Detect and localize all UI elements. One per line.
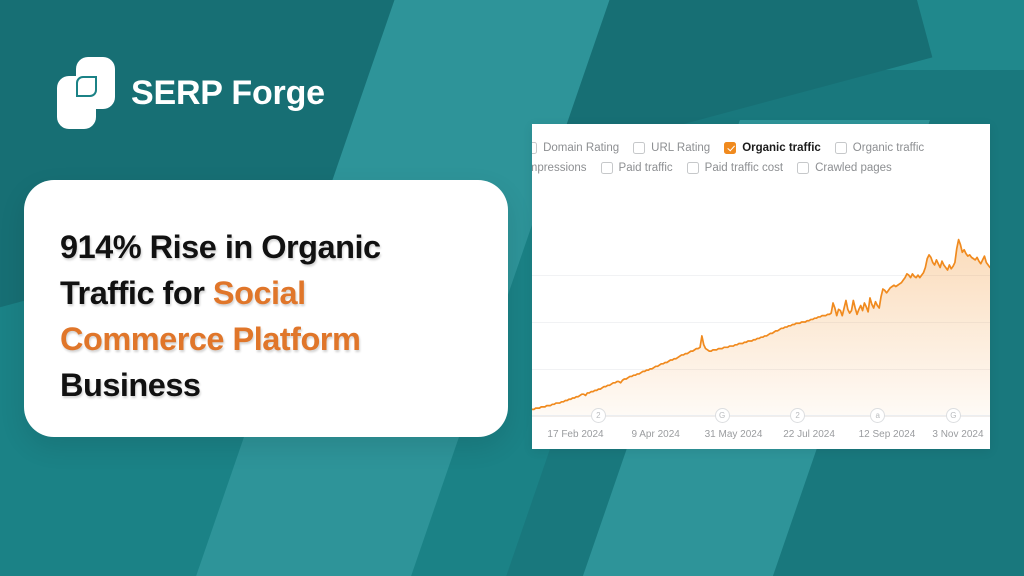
metric-checkbox-impressions[interactable]: Impressions <box>532 162 587 174</box>
axis-event-marker-2[interactable]: 2 <box>790 408 806 423</box>
axis-event-marker-1[interactable]: G <box>714 408 730 423</box>
metric-label: Organic traffic <box>742 142 821 154</box>
checkbox-checked-icon[interactable] <box>724 142 737 154</box>
overlapping-squares-icon <box>57 57 115 129</box>
metric-checkbox-url-rating[interactable]: URL Rating <box>633 142 710 154</box>
logo-inner-notch <box>76 76 97 97</box>
metric-label: Domain Rating <box>543 142 620 154</box>
metric-checkbox-organic-traffic[interactable]: Organic traffic <box>724 142 821 154</box>
chart-svg <box>532 238 990 417</box>
brand-logo: SERP Forge <box>57 57 325 129</box>
metric-label: Organic traffic <box>852 142 925 154</box>
checkbox-icon[interactable] <box>797 162 810 174</box>
metric-checkbox-paid-traffic-cost[interactable]: Paid traffic cost <box>686 162 784 174</box>
x-axis-tick-label: 3 Nov 2024 <box>932 429 984 440</box>
traffic-area-chart <box>532 229 990 417</box>
brand-name: SERP Forge <box>131 73 325 112</box>
metric-label: Crawled pages <box>815 162 892 174</box>
checkbox-icon[interactable] <box>633 142 646 154</box>
metric-label: Impressions <box>532 162 587 174</box>
x-axis-tick-label: 12 Sep 2024 <box>858 429 916 440</box>
axis-event-marker-0[interactable]: 2 <box>590 408 606 423</box>
metric-label: Paid traffic <box>618 162 673 174</box>
x-axis-tick-label: 9 Apr 2024 <box>631 429 680 440</box>
headline-segment-2: Business <box>60 367 201 404</box>
checkbox-icon[interactable] <box>834 142 847 154</box>
axis-event-marker-4[interactable]: G <box>945 408 961 423</box>
checkbox-icon[interactable] <box>532 142 538 154</box>
metric-label: Paid traffic cost <box>704 162 784 174</box>
x-axis-tick-label: 17 Feb 2024 <box>547 429 604 440</box>
page-title: 914% Rise in Organic Traffic for Social … <box>60 224 468 409</box>
checkbox-icon[interactable] <box>600 162 613 174</box>
x-axis-tick-label: 22 Jul 2024 <box>783 429 835 440</box>
metric-checkbox-domain-rating[interactable]: Domain Rating <box>532 142 619 154</box>
metric-checkbox-group[interactable]: omainsDomain RatingURL RatingOrganic tra… <box>532 142 990 174</box>
x-axis-tick-label: 31 May 2024 <box>704 429 763 440</box>
chart-x-axis: 2 G 2 a G 17 Feb 2024 9 Apr 2024 31 May 2024 22 … <box>532 408 990 449</box>
metric-checkbox-organic-traffic[interactable]: Organic traffic <box>834 142 925 154</box>
metric-row-1: gesImpressionsPaid trafficPaid traffic c… <box>532 162 990 174</box>
headline-card: 914% Rise in Organic Traffic for Social … <box>24 180 508 437</box>
chart-area-fill <box>532 239 990 417</box>
metric-label: URL Rating <box>651 142 711 154</box>
metric-row-0: omainsDomain RatingURL RatingOrganic tra… <box>532 142 990 154</box>
checkbox-icon[interactable] <box>686 162 699 174</box>
axis-event-marker-3[interactable]: a <box>870 408 886 423</box>
metric-checkbox-paid-traffic[interactable]: Paid traffic <box>600 162 673 174</box>
poster-canvas: SERP Forge 914% Rise in Organic Traffic … <box>0 0 1024 576</box>
organic-traffic-chart-card: omainsDomain RatingURL RatingOrganic tra… <box>532 124 990 449</box>
metric-checkbox-crawled-pages[interactable]: Crawled pages <box>797 162 892 174</box>
